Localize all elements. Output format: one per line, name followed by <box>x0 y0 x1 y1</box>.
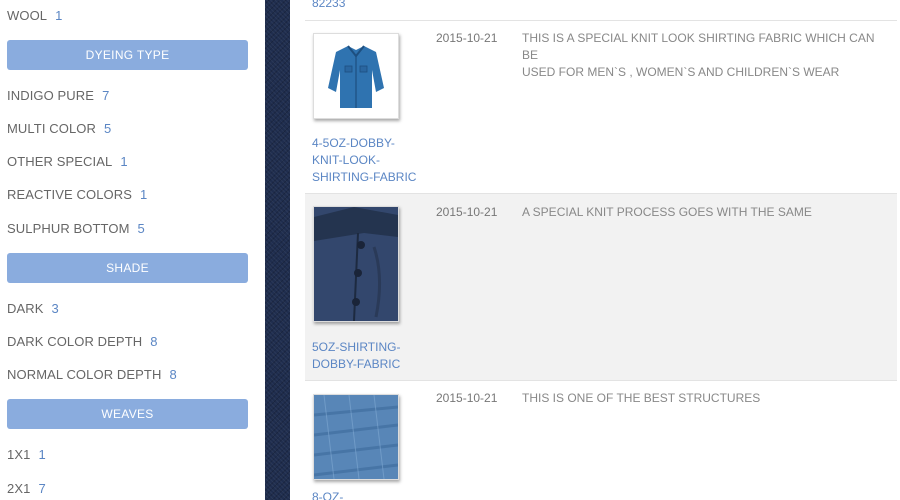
filter-item-1x1[interactable]: 1X1 1 <box>7 447 46 462</box>
filter-item-2x1[interactable]: 2X1 7 <box>7 481 46 496</box>
filter-label: INDIGO PURE <box>7 88 95 103</box>
description-line: USED FOR MEN`S , WOMEN`S AND CHILDREN`S … <box>522 65 840 79</box>
filter-item-sulphur-bottom[interactable]: SULPHUR BOTTOM 5 <box>7 221 145 236</box>
product-name-line: 4-5OZ-DOBBY- <box>312 136 395 150</box>
filter-label: 2X1 <box>7 481 31 496</box>
product-name-link[interactable]: 4-5OZ-DOBBY- KNIT-LOOK- SHIRTING-FABRIC <box>312 135 422 186</box>
denim-fabric-swatch-image[interactable] <box>313 394 399 480</box>
description-line: THIS IS ONE OF THE BEST STRUCTURES <box>522 391 761 405</box>
product-name-line: KNIT-LOOK- <box>312 153 381 167</box>
description-line: A SPECIAL KNIT PROCESS GOES WITH THE SAM… <box>522 205 812 219</box>
product-description: THIS IS A SPECIAL KNIT LOOK SHIRTING FAB… <box>522 30 892 81</box>
product-name-link[interactable]: 5OZ-SHIRTING- DOBBY-FABRIC <box>312 339 422 373</box>
description-line: THIS IS A SPECIAL KNIT LOOK SHIRTING FAB… <box>522 31 875 62</box>
denim-shirt-image[interactable] <box>313 33 399 119</box>
denim-swatch-graphic <box>314 395 398 479</box>
dark-shirt-graphic <box>314 207 398 321</box>
filter-item-normal-color-depth[interactable]: NORMAL COLOR DEPTH 8 <box>7 367 177 382</box>
filter-count: 5 <box>137 221 145 236</box>
filter-item-dark-color-depth[interactable]: DARK COLOR DEPTH 8 <box>7 334 158 349</box>
filter-item-other-special[interactable]: OTHER SPECIAL 1 <box>7 154 128 169</box>
filter-sidebar: WOOL 1 DYEING TYPE INDIGO PURE 7 MULTI COL… <box>0 0 265 500</box>
filter-label: REACTIVE COLORS <box>7 187 133 202</box>
filter-label: OTHER SPECIAL <box>7 154 113 169</box>
product-date: 2015-10-21 <box>436 31 498 45</box>
filter-count: 5 <box>103 121 112 136</box>
section-header-weaves[interactable]: WEAVES <box>7 399 248 429</box>
product-name-line: DOBBY-FABRIC <box>312 357 401 371</box>
filter-count: 7 <box>38 481 46 496</box>
filter-label: DARK <box>7 301 44 316</box>
filter-count: 1 <box>38 447 46 462</box>
filter-label: MULTI COLOR <box>7 121 96 136</box>
section-header-dyeing-type[interactable]: DYEING TYPE <box>7 40 248 70</box>
filter-label: SULPHUR BOTTOM <box>7 221 130 236</box>
product-name-line: SHIRTING-FABRIC <box>312 170 417 184</box>
filter-count: 3 <box>51 301 59 316</box>
section-header-shade[interactable]: SHADE <box>7 253 248 283</box>
denim-divider-band <box>265 0 290 500</box>
filter-count: 7 <box>102 88 110 103</box>
filter-count: 8 <box>150 334 158 349</box>
product-description: THIS IS ONE OF THE BEST STRUCTURES <box>522 390 892 407</box>
product-description: A SPECIAL KNIT PROCESS GOES WITH THE SAM… <box>522 204 892 221</box>
product-code-link[interactable]: 82233 <box>312 0 345 10</box>
filter-count: 1 <box>55 8 63 23</box>
product-row: 4-5OZ-DOBBY- KNIT-LOOK- SHIRTING-FABRIC … <box>305 20 897 194</box>
product-row: 5OZ-SHIRTING- DOBBY-FABRIC 2015-10-21 A … <box>305 193 897 381</box>
product-date: 2015-10-21 <box>436 205 498 219</box>
product-date: 2015-10-21 <box>436 391 498 405</box>
filter-item-multi-color[interactable]: MULTI COLOR 5 <box>7 121 111 136</box>
filter-item-indigo-pure[interactable]: INDIGO PURE 7 <box>7 88 109 103</box>
filter-label: NORMAL COLOR DEPTH <box>7 367 162 382</box>
denim-shirt-graphic <box>314 34 398 118</box>
product-row: 8-OZ- 2015-10-21 THIS IS ONE OF THE BEST… <box>305 380 897 500</box>
dark-shirt-closeup-image[interactable] <box>313 206 399 322</box>
filter-count: 1 <box>140 187 148 202</box>
product-name-link[interactable]: 8-OZ- <box>312 489 422 500</box>
filter-label: 1X1 <box>7 447 31 462</box>
filter-item-dark[interactable]: DARK 3 <box>7 301 59 316</box>
product-name-line: 8-OZ- <box>312 490 344 500</box>
product-name-line: 5OZ-SHIRTING- <box>312 340 401 354</box>
filter-label: DARK COLOR DEPTH <box>7 334 143 349</box>
filter-item-wool[interactable]: WOOL 1 <box>7 8 62 23</box>
filter-item-reactive-colors[interactable]: REACTIVE COLORS 1 <box>7 187 147 202</box>
filter-count: 1 <box>120 154 128 169</box>
product-list: 82233 4-5OZ-DOBBY- KNIT-LOOK- SHIRTING-F… <box>290 0 900 500</box>
filter-count: 8 <box>169 367 177 382</box>
filter-label: WOOL <box>7 8 48 23</box>
